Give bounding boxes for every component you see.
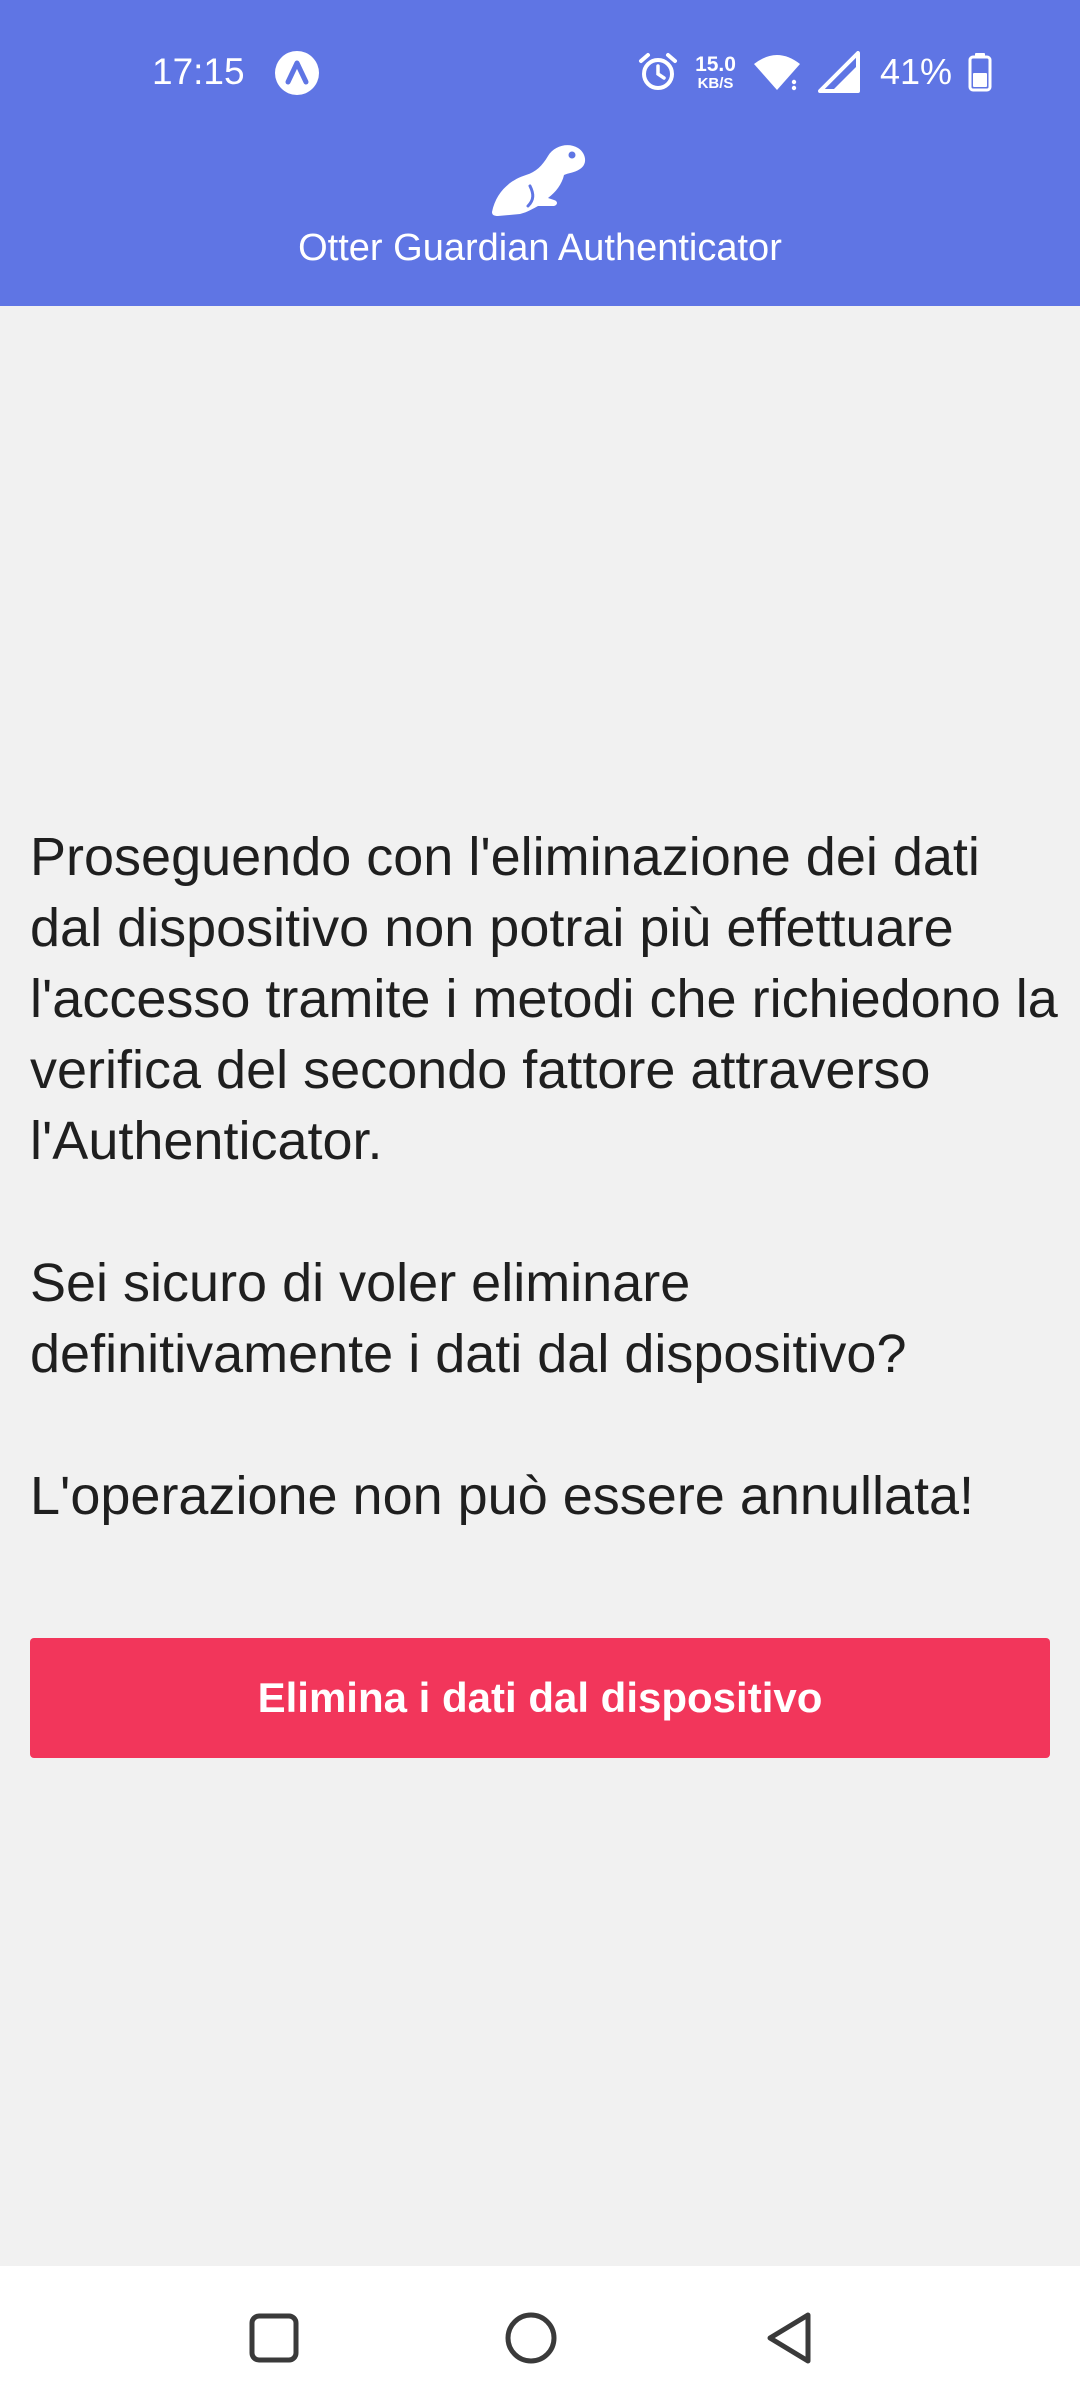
- warning-message: Proseguendo con l'eliminazione dei dati …: [30, 822, 1060, 1532]
- home-button[interactable]: [483, 2290, 579, 2386]
- home-icon: [505, 2312, 557, 2364]
- status-bar: 17:15 15.0 KB/S 41%: [0, 0, 1080, 140]
- network-speed: 15.0 KB/S: [695, 54, 736, 91]
- app-title: Otter Guardian Authenticator: [298, 227, 782, 269]
- battery-percent: 41%: [879, 51, 952, 92]
- delete-device-data-button[interactable]: Elimina i dati dal dispositivo: [30, 1638, 1050, 1758]
- status-time: 17:15: [152, 51, 245, 92]
- irreversible-notice: L'operazione non può essere annullata!: [30, 1466, 975, 1526]
- warning-paragraph: Proseguendo con l'eliminazione dei dati …: [30, 827, 1058, 1171]
- recent-apps-button[interactable]: [226, 2290, 322, 2386]
- network-speed-value: 15.0: [695, 52, 736, 76]
- app-header: 17:15 15.0 KB/S 41% Otter Guardian Authe…: [0, 0, 1080, 306]
- confirmation-question: Sei sicuro di voler eliminare definitiva…: [30, 1253, 907, 1384]
- wifi-icon: [753, 55, 800, 91]
- battery-icon: [968, 53, 992, 92]
- app-notification-icon: [275, 51, 319, 95]
- alarm-icon: [639, 53, 678, 90]
- back-button[interactable]: [742, 2290, 838, 2386]
- otter-logo: [492, 145, 586, 216]
- back-icon: [767, 2312, 811, 2364]
- screen: 17:15 15.0 KB/S 41% Otter Guardian Authe…: [0, 0, 1080, 2400]
- navigation-bar: [0, 2266, 1080, 2400]
- recent-apps-icon: [249, 2313, 299, 2363]
- cellular-signal-icon: [817, 51, 860, 93]
- network-speed-unit: KB/S: [697, 74, 734, 92]
- status-icons: 15.0 KB/S 41%: [637, 46, 992, 98]
